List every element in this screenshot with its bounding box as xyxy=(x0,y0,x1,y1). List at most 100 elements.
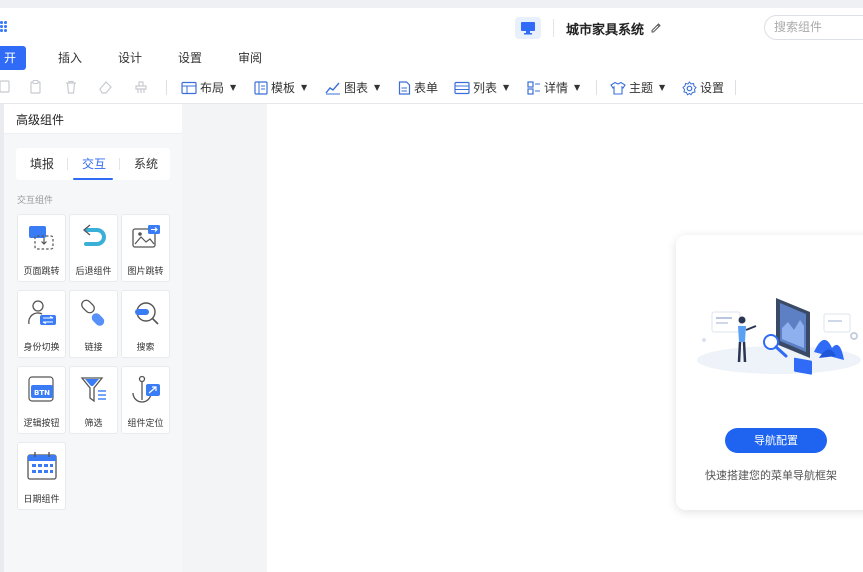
layout-label: 布局 xyxy=(200,81,225,95)
back-arrow-icon xyxy=(82,224,106,246)
component-label: 链接 xyxy=(84,343,103,353)
format-brush-icon[interactable] xyxy=(133,79,149,95)
svg-text:BTN: BTN xyxy=(34,389,50,397)
chevron-down-icon: ▼ xyxy=(574,83,581,92)
top-bar: 城市家具系统 xyxy=(0,0,863,44)
template-icon xyxy=(254,81,268,95)
dashboard-illustration xyxy=(697,298,861,375)
detail-icon xyxy=(527,81,540,95)
eraser-icon[interactable] xyxy=(98,79,114,95)
component-link[interactable]: 链接 xyxy=(69,290,118,358)
component-label: 组件定位 xyxy=(127,419,164,429)
panel-title: 高级组件 xyxy=(4,104,182,134)
toolbar: 布局 ▼ 模板 ▼ 图表 ▼ 表单 列表 ▼ 详情 ▼ 主题 ▼ 设置 xyxy=(0,71,863,104)
toolbar-divider xyxy=(596,80,597,95)
app-title: 城市家具系统 xyxy=(566,23,645,38)
delete-icon[interactable] xyxy=(63,79,79,95)
component-label: 后退组件 xyxy=(75,267,112,277)
component-label: 日期组件 xyxy=(23,495,60,505)
link-icon xyxy=(81,299,105,326)
list-icon xyxy=(454,81,470,95)
page-jump-icon xyxy=(29,226,54,250)
user-switch-icon xyxy=(28,300,56,325)
theme-icon xyxy=(610,81,626,95)
component-search-input[interactable] xyxy=(765,16,863,38)
list-menu[interactable]: 列表 ▼ xyxy=(454,78,509,98)
chevron-down-icon: ▼ xyxy=(374,83,381,92)
component-filter[interactable]: 筛选 xyxy=(69,366,118,434)
component-label: 筛选 xyxy=(84,419,103,429)
apps-grid-icon[interactable] xyxy=(0,21,10,35)
component-label: 搜索 xyxy=(136,343,155,353)
form-menu[interactable]: 表单 xyxy=(398,78,438,98)
menu-tab-start[interactable]: 开始 xyxy=(0,46,26,89)
canvas-gutter xyxy=(182,104,267,572)
navigation-config-description: 快速搭建您的菜单导航框架 xyxy=(705,469,837,482)
tab-divider xyxy=(119,158,120,170)
component-label: 逻辑按钮 xyxy=(23,419,60,429)
menu-tab-review[interactable]: 审阅 xyxy=(238,46,262,70)
calendar-icon xyxy=(27,452,57,480)
settings-label: 设置 xyxy=(700,81,725,95)
layout-menu[interactable]: 布局 ▼ xyxy=(181,78,236,98)
chart-icon xyxy=(325,82,340,95)
filter-icon xyxy=(80,377,106,403)
component-search[interactable]: 搜索 xyxy=(121,290,170,358)
chevron-down-icon: ▼ xyxy=(503,83,510,92)
monitor-icon xyxy=(521,22,535,35)
component-date[interactable]: 日期组件 xyxy=(17,442,66,510)
menu-tab-design[interactable]: 设计 xyxy=(118,46,142,70)
theme-label: 主题 xyxy=(629,81,654,95)
preview-monitor-button[interactable] xyxy=(515,17,541,39)
chevron-down-icon: ▼ xyxy=(230,83,237,92)
navigation-config-card: 导航配置 快速搭建您的菜单导航框架 xyxy=(676,235,863,510)
form-icon xyxy=(398,81,411,95)
chart-menu[interactable]: 图表 ▼ xyxy=(325,78,380,98)
chevron-down-icon: ▼ xyxy=(659,83,666,92)
edit-title-icon[interactable] xyxy=(650,21,662,33)
chart-label: 图表 xyxy=(344,81,369,95)
copy-icon[interactable] xyxy=(0,79,12,95)
component-label: 身份切换 xyxy=(23,343,60,353)
settings-menu[interactable]: 设置 xyxy=(682,78,724,98)
template-label: 模板 xyxy=(271,81,296,95)
list-label: 列表 xyxy=(473,81,498,95)
form-label: 表单 xyxy=(414,81,439,95)
title-divider xyxy=(553,19,554,37)
paste-icon[interactable] xyxy=(28,79,44,95)
tab-interaction[interactable]: 交互 xyxy=(82,155,106,172)
component-image-jump[interactable]: 图片跳转 xyxy=(121,214,170,282)
menu-tab-settings[interactable]: 设置 xyxy=(178,46,202,70)
component-logic-button[interactable]: BTN 逻辑按钮 xyxy=(17,366,66,434)
menu-bar: 开始 插入 设计 设置 审阅 xyxy=(0,44,863,89)
component-search[interactable] xyxy=(764,15,863,40)
component-user-switch[interactable]: 身份切换 xyxy=(17,290,66,358)
section-label: 交互组件 xyxy=(17,196,54,206)
image-jump-icon xyxy=(132,225,160,248)
component-label: 图片跳转 xyxy=(127,267,164,277)
component-anchor[interactable]: 组件定位 xyxy=(121,366,170,434)
tab-divider xyxy=(67,158,68,170)
theme-menu[interactable]: 主题 ▼ xyxy=(610,78,665,98)
menu-tab-insert[interactable]: 插入 xyxy=(58,46,82,70)
panel-edge xyxy=(0,104,4,572)
logic-button-icon: BTN xyxy=(28,376,54,402)
anchor-icon xyxy=(132,375,160,403)
component-label: 页面跳转 xyxy=(23,267,60,277)
template-menu[interactable]: 模板 ▼ xyxy=(254,78,307,98)
toolbar-divider xyxy=(166,80,167,95)
search-icon xyxy=(135,302,159,325)
tab-fill-report[interactable]: 填报 xyxy=(30,155,54,172)
toolbar-divider xyxy=(735,80,736,95)
navigation-config-button[interactable]: 导航配置 xyxy=(725,428,827,453)
settings-icon xyxy=(682,80,697,96)
component-page-jump[interactable]: 页面跳转 xyxy=(17,214,66,282)
detail-label: 详情 xyxy=(544,81,569,95)
layout-icon xyxy=(181,81,197,95)
component-back[interactable]: 后退组件 xyxy=(69,214,118,282)
detail-menu[interactable]: 详情 ▼ xyxy=(527,78,580,98)
chevron-down-icon: ▼ xyxy=(301,83,308,92)
tab-system[interactable]: 系统 xyxy=(134,155,158,172)
component-category-tabs: 填报 交互 系统 xyxy=(16,148,170,180)
active-tab-indicator xyxy=(73,178,113,180)
